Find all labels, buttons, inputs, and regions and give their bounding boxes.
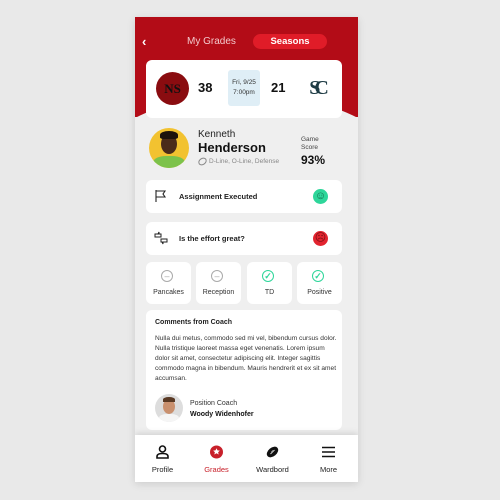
football-icon (265, 445, 280, 459)
star-badge-icon (209, 445, 224, 459)
person-icon (155, 445, 170, 459)
away-score: 21 (271, 80, 286, 95)
positions-text: D-Line, O-Line, Defense (209, 158, 280, 166)
happy-face-icon[interactable]: ☺ (313, 189, 328, 204)
stat-reception[interactable]: – Reception (196, 262, 241, 304)
tab-seasons[interactable]: Seasons (253, 34, 327, 49)
game-score-value: 93% (301, 153, 326, 167)
minus-circle-icon: – (161, 270, 173, 282)
game-score-label-line2: Score (301, 144, 318, 151)
rating-label: Is the effort great? (179, 234, 245, 243)
nav-label: Wardbord (256, 465, 289, 474)
chevron-left-icon: ‹ (142, 34, 147, 49)
back-button[interactable]: ‹ (142, 34, 146, 49)
nav-wardbord[interactable]: Wardbord (245, 435, 300, 482)
rating-row-assignment[interactable]: Assignment Executed ☺ (146, 180, 342, 213)
stat-label: Reception (202, 289, 235, 296)
coach-role: Position Coach (190, 400, 238, 407)
player-first-name: Kenneth (198, 129, 236, 140)
tab-my-grades[interactable]: My Grades (187, 36, 236, 47)
nav-grades[interactable]: Grades (189, 435, 244, 482)
game-time: 7:00pm (233, 89, 255, 96)
home-team-logo: NS (156, 72, 189, 105)
stat-pancakes[interactable]: – Pancakes (146, 262, 191, 304)
away-team-logo: SC (309, 77, 329, 99)
rating-row-effort[interactable]: Is the effort great? ☹ (146, 222, 342, 255)
bottom-nav: Profile Grades Wardbord More (135, 435, 358, 482)
coach-name: Woody Widenhofer (190, 411, 254, 418)
coach-avatar (155, 394, 183, 422)
sad-face-icon[interactable]: ☹ (313, 231, 328, 246)
rating-label: Assignment Executed (179, 192, 258, 201)
phone-screen: ‹ My Grades Seasons NS 38 Fri, 9/25 7:00… (135, 17, 358, 482)
nav-profile[interactable]: Profile (135, 435, 190, 482)
flag-icon (154, 189, 168, 203)
comments-body: Nulla dui metus, commodo sed mi vel, bib… (155, 335, 337, 382)
nav-label: More (319, 465, 338, 474)
game-score-label: Game Score (301, 136, 319, 152)
menu-icon (321, 445, 336, 459)
game-date: Fri, 9/25 (232, 79, 256, 86)
thumbs-up-down-icon (154, 231, 168, 245)
stat-label: TD (264, 289, 275, 296)
stat-label: Positive (307, 289, 332, 296)
minus-circle-icon: – (211, 270, 223, 282)
nav-label: Profile (151, 465, 174, 474)
player-last-name: Henderson (198, 140, 266, 155)
stat-td[interactable]: ✓ TD (247, 262, 292, 304)
home-score: 38 (198, 80, 213, 95)
football-icon (196, 156, 209, 167)
stat-positive[interactable]: ✓ Positive (297, 262, 342, 304)
game-date-box: Fri, 9/25 7:00pm (228, 70, 260, 106)
nav-label: Grades (204, 465, 229, 474)
nav-more[interactable]: More (301, 435, 356, 482)
coach-comments-card: Comments from Coach Nulla dui metus, com… (146, 310, 342, 430)
check-circle-icon: ✓ (262, 270, 274, 282)
stat-label: Pancakes (153, 289, 184, 296)
player-positions: D-Line, O-Line, Defense (196, 156, 280, 167)
check-circle-icon: ✓ (312, 270, 324, 282)
game-score-card[interactable]: NS 38 Fri, 9/25 7:00pm 21 SC (146, 60, 342, 118)
comments-title: Comments from Coach (155, 319, 233, 326)
player-avatar (149, 128, 189, 168)
game-score-label-line1: Game (301, 136, 319, 143)
